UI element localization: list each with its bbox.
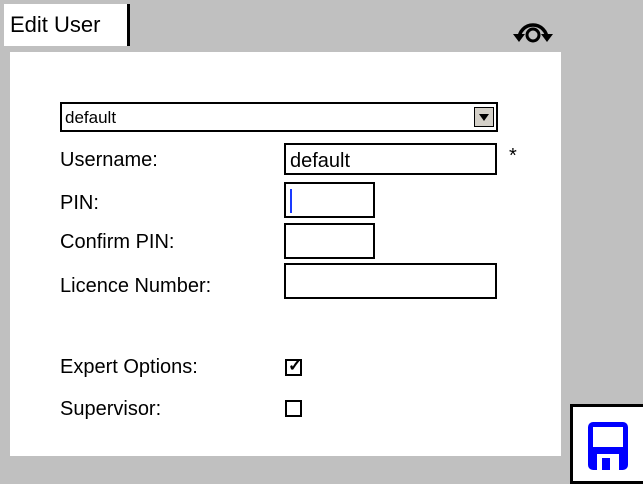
expert-options-label: Expert Options: [60,356,198,378]
tab-edit-user[interactable]: Edit User [4,4,130,46]
pin-label: PIN: [60,192,99,214]
required-marker: * [509,145,517,167]
checkmark-icon: ✓ [288,356,303,375]
expert-options-checkbox[interactable]: ✓ [285,356,303,376]
username-label: Username: [60,149,158,171]
tab-bar: Edit User [0,0,643,48]
pin-field[interactable] [284,182,375,218]
username-field[interactable]: default [284,143,497,175]
supervisor-checkbox[interactable] [285,400,302,417]
tab-label: Edit User [10,12,101,37]
text-caret [290,189,292,213]
licence-number-label: Licence Number: [60,275,212,297]
username-value: default [290,150,351,172]
user-select-value: default [65,108,117,127]
licence-number-field[interactable] [284,263,497,299]
sync-icon[interactable] [509,15,559,45]
confirm-pin-field[interactable] [284,223,375,259]
save-button[interactable] [570,404,643,484]
confirm-pin-label: Confirm PIN: [60,231,175,253]
user-select-dropdown[interactable]: default [60,102,498,132]
chevron-down-icon[interactable] [474,107,494,127]
supervisor-label: Supervisor: [60,398,162,420]
floppy-disk-icon [588,422,628,470]
